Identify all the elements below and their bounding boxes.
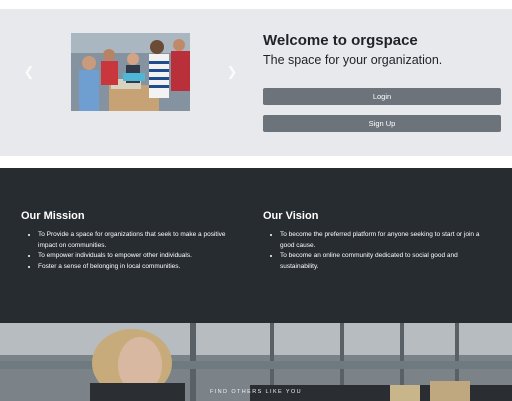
mission-list: To Provide a space for organizations tha… — [21, 230, 246, 272]
list-item: To become an online community dedicated … — [280, 251, 488, 272]
list-item: To become the preferred platform for any… — [280, 230, 488, 251]
list-item: Foster a sense of belonging in local com… — [38, 262, 246, 273]
mission-column: Our Mission To Provide a space for organ… — [21, 210, 246, 272]
image-carousel: ❮ ❯ — [20, 33, 240, 111]
mission-vision-section: Our Mission To Provide a space for organ… — [0, 168, 512, 323]
list-item: To empower individuals to empower other … — [38, 251, 246, 262]
vision-column: Our Vision To become the preferred platf… — [263, 210, 488, 272]
mission-heading: Our Mission — [21, 210, 85, 222]
chevron-left-icon[interactable]: ❮ — [23, 65, 35, 79]
carousel-image-volunteers — [71, 33, 190, 111]
login-button[interactable]: Login — [263, 88, 501, 105]
find-others-caption: FIND OTHERS LIKE YOU — [209, 389, 303, 395]
hero-section: ❮ ❯ Welcome to orgspace The space for yo… — [0, 9, 512, 156]
signup-button[interactable]: Sign Up — [263, 115, 501, 132]
page-title: Welcome to orgspace — [263, 32, 418, 49]
vision-heading: Our Vision — [263, 210, 319, 222]
chevron-right-icon[interactable]: ❯ — [226, 65, 238, 79]
list-item: To Provide a space for organizations tha… — [38, 230, 246, 251]
page-subtitle: The space for your organization. — [263, 53, 443, 67]
find-others-banner: FIND OTHERS LIKE YOU — [0, 323, 512, 401]
vision-list: To become the preferred platform for any… — [263, 230, 488, 272]
